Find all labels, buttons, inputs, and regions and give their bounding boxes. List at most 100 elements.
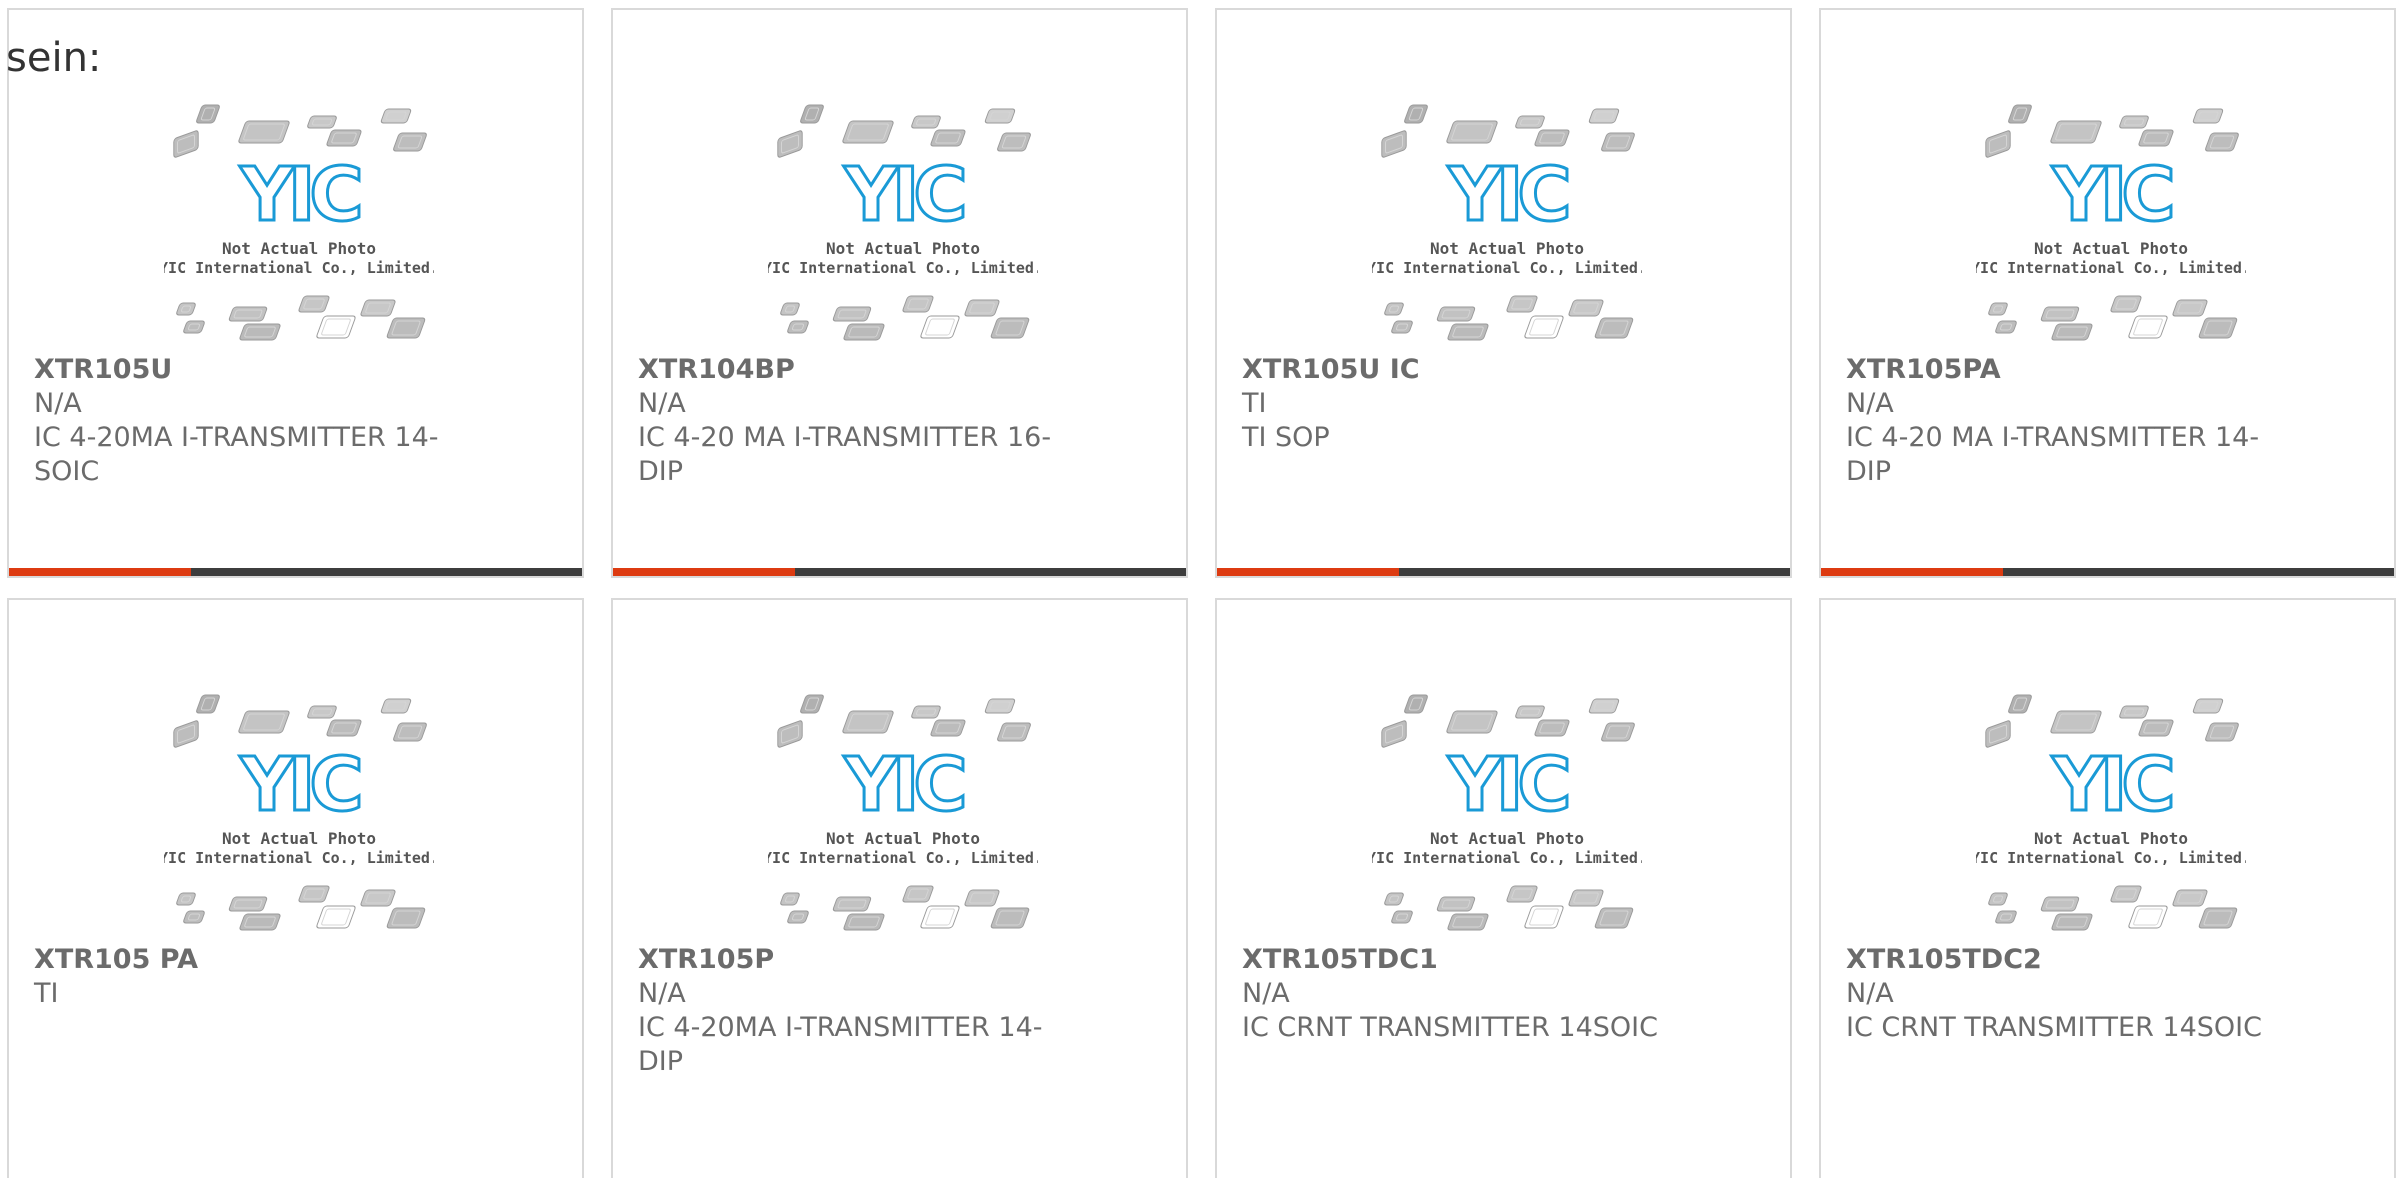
- chip-icon: [1446, 710, 1498, 734]
- chip-icon: [183, 320, 205, 334]
- chip-icon: [1534, 129, 1570, 147]
- chip-icon: [964, 299, 1000, 317]
- part-number[interactable]: XTR105U: [34, 353, 464, 387]
- chip-icon: [307, 705, 337, 719]
- chip-icon: [326, 129, 362, 147]
- chip-icon: [386, 907, 426, 929]
- chip-icon: [393, 132, 427, 152]
- card-accent-bar: [9, 568, 191, 576]
- chip-icon: [2119, 705, 2149, 719]
- part-number[interactable]: XTR104BP: [638, 353, 1068, 387]
- product-info: XTR105U N/A IC 4-20MA I-TRANSMITTER 14- …: [34, 353, 464, 489]
- chip-icon: [2205, 722, 2239, 742]
- card-bottom-bar: [1821, 568, 2394, 576]
- chip-icon: [2172, 299, 2208, 317]
- product-card-xtr105u[interactable]: YIC Not Actual Photo YIC International Co.…: [7, 8, 584, 578]
- part-number[interactable]: XTR105 PA: [34, 943, 464, 977]
- product-placeholder-image[interactable]: YIC Not Actual Photo YIC International Co.…: [768, 692, 1038, 937]
- chip-icon: [298, 295, 330, 313]
- chip-icon: [1601, 132, 1635, 152]
- manufacturer: N/A: [638, 978, 686, 1009]
- chip-icon: [1446, 120, 1498, 144]
- product-card-xtr105tdc2[interactable]: YIC Not Actual Photo YIC International Co.…: [1819, 598, 2396, 1178]
- chip-icon: [1594, 317, 1634, 339]
- chip-icon: [1995, 910, 2017, 924]
- chip-icon: [1524, 905, 1564, 929]
- product-grid: YIC Not Actual Photo YIC International Co.…: [0, 0, 2400, 1178]
- chip-icon: [2050, 710, 2102, 734]
- product-card-xtr105tdc1[interactable]: YIC Not Actual Photo YIC International Co.…: [1215, 598, 1792, 1178]
- chip-icon: [902, 885, 934, 903]
- chip-icon: [1524, 315, 1564, 339]
- product-card-xtr104bp[interactable]: YIC Not Actual Photo YIC International Co.…: [611, 8, 1188, 578]
- card-accent-bar: [1217, 568, 1399, 576]
- product-info: XTR105P N/A IC 4-20MA I-TRANSMITTER 14- …: [638, 943, 1068, 1079]
- placeholder-artwork: YICNot Actual PhotoYIC International Co.…: [1372, 694, 1642, 931]
- product-placeholder-image[interactable]: YIC Not Actual Photo YIC International Co.…: [164, 692, 434, 937]
- product-card-xtr105p[interactable]: YIC Not Actual Photo YIC International Co.…: [611, 598, 1188, 1178]
- product-info: XTR105 PA TI: [34, 943, 464, 1011]
- product-card-xtr105pa[interactable]: YIC Not Actual Photo YIC International Co.…: [1819, 8, 2396, 578]
- chip-icon: [2051, 323, 2093, 341]
- chip-icon: [228, 306, 268, 322]
- chip-icon: [1384, 892, 1404, 906]
- product-placeholder-image[interactable]: YIC Not Actual Photo YIC International Co.…: [1372, 692, 1642, 937]
- placeholder-artwork: YICNot Actual PhotoYIC International Co.…: [164, 694, 434, 931]
- yic-logo: YIC: [1447, 742, 1567, 828]
- part-number[interactable]: XTR105PA: [1846, 353, 2276, 387]
- chip-icon: [1601, 722, 1635, 742]
- chip-icon: [360, 889, 396, 907]
- chip-icon: [2110, 885, 2142, 903]
- chip-icon: [316, 315, 356, 339]
- chip-icon: [1447, 913, 1489, 931]
- chip-icon: [800, 104, 824, 124]
- placeholder-caption-1: Not Actual Photo: [826, 239, 980, 258]
- placeholder-caption-2: YIC International Co., Limited.: [1372, 849, 1642, 867]
- placeholder-caption-2: YIC International Co., Limited.: [1372, 259, 1642, 277]
- chip-icon: [1588, 108, 1620, 124]
- chip-icon: [239, 913, 281, 931]
- chip-icon: [911, 115, 941, 129]
- product-card-xtr105-pa[interactable]: YIC Not Actual Photo YIC International Co.…: [7, 598, 584, 1178]
- description-line-1: IC 4-20 MA I-TRANSMITTER 16-: [638, 422, 1052, 453]
- chip-icon: [930, 129, 966, 147]
- description-line-1: IC CRNT TRANSMITTER 14SOIC: [1242, 1012, 1658, 1043]
- manufacturer: N/A: [34, 388, 82, 419]
- chip-icon: [1381, 720, 1407, 748]
- chip-icon: [1988, 892, 2008, 906]
- product-placeholder-image[interactable]: YIC Not Actual Photo YIC International Co.…: [164, 102, 434, 347]
- product-placeholder-image[interactable]: YIC Not Actual Photo YIC International Co.…: [1976, 102, 2246, 347]
- manufacturer: TI: [34, 978, 59, 1009]
- product-card-xtr105u-ic[interactable]: YIC Not Actual Photo YIC International Co.…: [1215, 8, 1792, 578]
- placeholder-caption-1: Not Actual Photo: [222, 239, 376, 258]
- description-line-1: IC 4-20MA I-TRANSMITTER 14-: [638, 1012, 1043, 1043]
- product-info: XTR105PA N/A IC 4-20 MA I-TRANSMITTER 14…: [1846, 353, 2276, 489]
- chip-icon: [2172, 889, 2208, 907]
- chip-icon: [1506, 295, 1538, 313]
- chip-icon: [176, 892, 196, 906]
- yic-logo: YIC: [2051, 152, 2171, 238]
- product-placeholder-image[interactable]: YIC Not Actual Photo YIC International Co.…: [1372, 102, 1642, 347]
- chip-icon: [787, 910, 809, 924]
- chip-icon: [984, 698, 1016, 714]
- chip-icon: [1534, 719, 1570, 737]
- chip-icon: [902, 295, 934, 313]
- chip-icon: [990, 907, 1030, 929]
- placeholder-artwork: YICNot Actual PhotoYIC International Co.…: [164, 104, 434, 341]
- chip-icon: [298, 885, 330, 903]
- chip-icon: [196, 104, 220, 124]
- card-bottom-bar: [9, 568, 582, 576]
- chip-icon: [1594, 907, 1634, 929]
- chip-icon: [964, 889, 1000, 907]
- part-number[interactable]: XTR105U IC: [1242, 353, 1672, 387]
- part-number[interactable]: XTR105TDC2: [1846, 943, 2276, 977]
- chip-icon: [2198, 317, 2238, 339]
- product-placeholder-image[interactable]: YIC Not Actual Photo YIC International Co.…: [768, 102, 1038, 347]
- part-number[interactable]: XTR105TDC1: [1242, 943, 1672, 977]
- product-info: XTR105U IC TI TI SOP: [1242, 353, 1672, 455]
- product-placeholder-image[interactable]: YIC Not Actual Photo YIC International Co.…: [1976, 692, 2246, 937]
- part-number[interactable]: XTR105P: [638, 943, 1068, 977]
- chip-icon: [777, 130, 803, 158]
- chip-icon: [2138, 719, 2174, 737]
- placeholder-artwork: YICNot Actual PhotoYIC International Co.…: [1976, 694, 2246, 931]
